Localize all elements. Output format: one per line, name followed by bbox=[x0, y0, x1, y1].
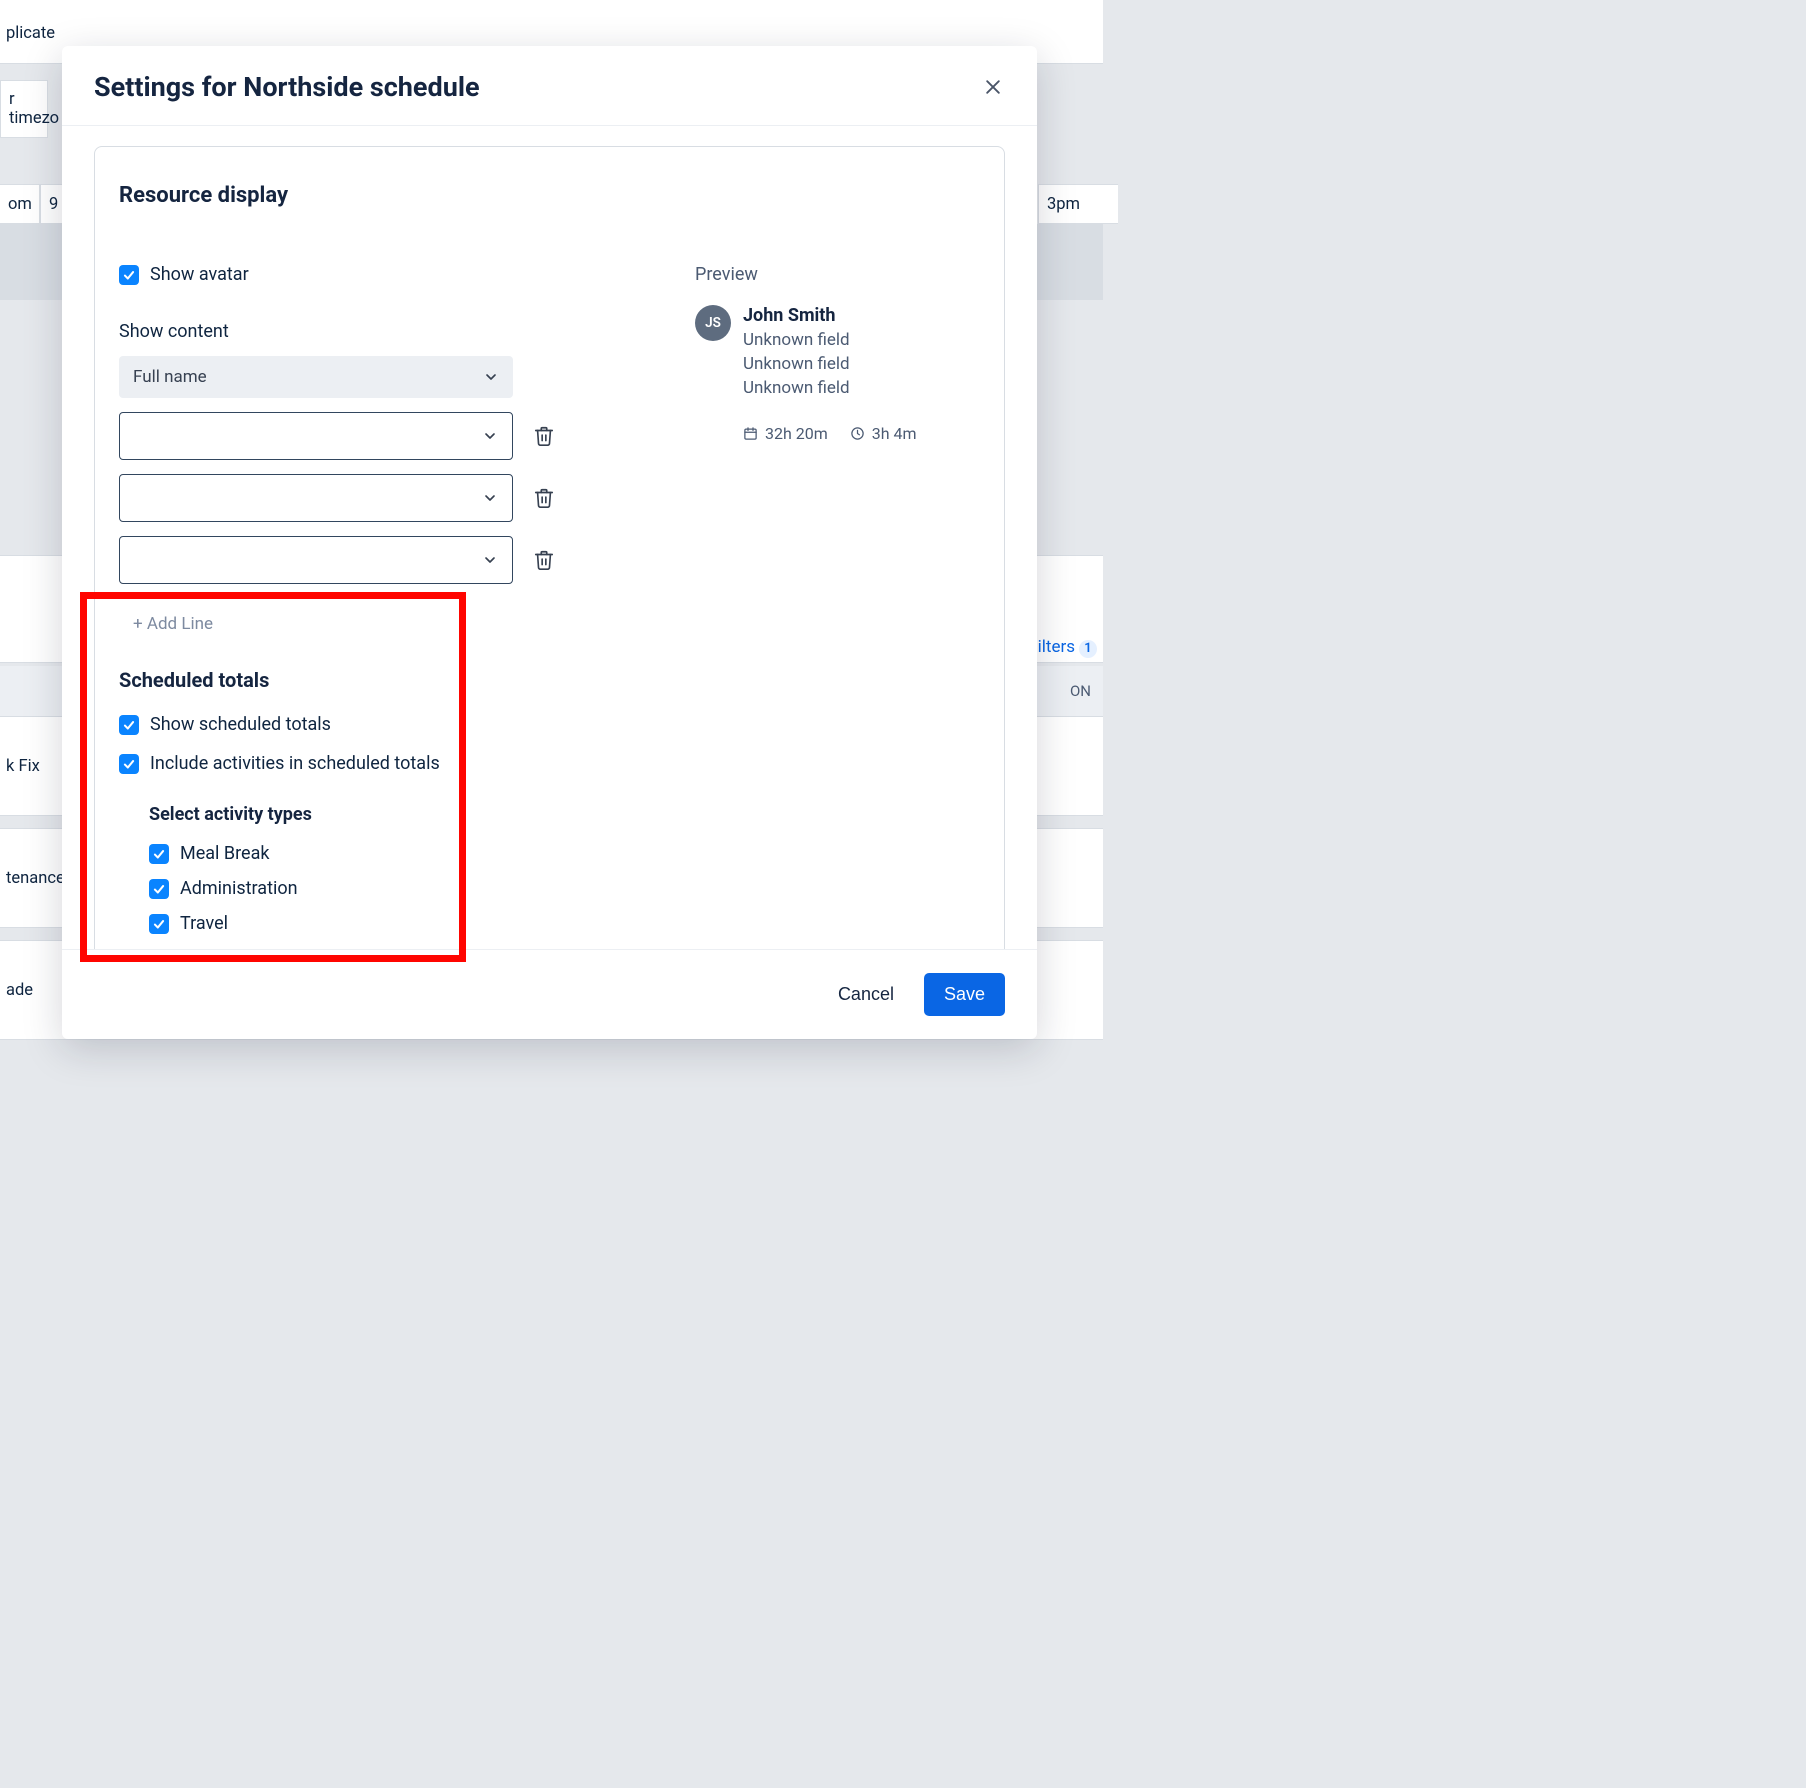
bg-filters[interactable]: ilters1 bbox=[1038, 637, 1097, 658]
modal-title: Settings for Northside schedule bbox=[94, 71, 480, 103]
settings-modal: Settings for Northside schedule Resource… bbox=[62, 46, 1037, 1039]
chevron-down-icon bbox=[482, 552, 498, 568]
bg-time-label: 9 bbox=[49, 195, 58, 214]
preview-unknown-field: Unknown field bbox=[743, 330, 917, 350]
delete-line-button[interactable] bbox=[533, 487, 555, 509]
modal-body: Resource display Show avatar Show conten… bbox=[62, 126, 1037, 949]
checkbox-checked-icon bbox=[119, 265, 139, 285]
scheduled-totals-heading: Scheduled totals bbox=[119, 668, 980, 692]
close-button[interactable] bbox=[981, 75, 1005, 99]
bg-menu-item[interactable]: plicate bbox=[6, 24, 55, 43]
bg-on-label: ON bbox=[1070, 682, 1091, 700]
activity-checkbox-meal-break[interactable]: Meal Break bbox=[149, 843, 980, 864]
cancel-button[interactable]: Cancel bbox=[818, 973, 914, 1016]
checkbox-label: Show scheduled totals bbox=[150, 714, 331, 735]
preview-unknown-field: Unknown field bbox=[743, 354, 917, 374]
checkbox-checked-icon bbox=[149, 879, 169, 899]
activity-checkbox-travel[interactable]: Travel bbox=[149, 913, 980, 934]
save-button[interactable]: Save bbox=[924, 973, 1005, 1016]
checkbox-checked-icon bbox=[149, 844, 169, 864]
chevron-down-icon bbox=[482, 428, 498, 444]
select-activity-types-heading: Select activity types bbox=[149, 804, 980, 825]
modal-header: Settings for Northside schedule bbox=[62, 46, 1037, 126]
preview-time: 3h 4m bbox=[850, 424, 917, 443]
content-select-4[interactable] bbox=[119, 536, 513, 584]
activity-label: Meal Break bbox=[180, 843, 270, 864]
scheduled-totals-section: Scheduled totals Show scheduled totals I… bbox=[119, 668, 980, 949]
delete-line-button[interactable] bbox=[533, 425, 555, 447]
clock-icon bbox=[850, 426, 865, 441]
activity-label: Travel bbox=[180, 913, 228, 934]
content-select-2[interactable] bbox=[119, 412, 513, 460]
checkbox-checked-icon bbox=[119, 715, 139, 735]
bg-time-label: 3pm bbox=[1047, 195, 1080, 214]
bg-row-label: tenance bbox=[6, 869, 65, 888]
bg-row-label: ade bbox=[6, 981, 33, 1000]
add-line-button[interactable]: + Add Line bbox=[119, 614, 555, 634]
show-avatar-checkbox[interactable]: Show avatar bbox=[119, 264, 555, 285]
preview-hours: 32h 20m bbox=[743, 424, 828, 443]
activity-checkbox-administration[interactable]: Administration bbox=[149, 878, 980, 899]
show-avatar-label: Show avatar bbox=[150, 264, 249, 285]
bg-timezone-label: r timezo bbox=[9, 90, 59, 128]
bg-time-label: om bbox=[8, 195, 32, 214]
preview-unknown-field: Unknown field bbox=[743, 378, 917, 398]
checkbox-checked-icon bbox=[149, 914, 169, 934]
show-content-label: Show content bbox=[119, 321, 555, 342]
include-activities-checkbox[interactable]: Include activities in scheduled totals bbox=[119, 753, 980, 774]
activity-label: Administration bbox=[180, 878, 298, 899]
preview-card: JS John Smith Unknown field Unknown fiel… bbox=[695, 305, 980, 443]
resource-display-heading: Resource display bbox=[119, 183, 980, 208]
content-select-3[interactable] bbox=[119, 474, 513, 522]
content-select-fullname[interactable]: Full name bbox=[119, 356, 513, 398]
select-value: Full name bbox=[133, 367, 207, 387]
delete-line-button[interactable] bbox=[533, 549, 555, 571]
checkbox-checked-icon bbox=[119, 754, 139, 774]
chevron-down-icon bbox=[483, 369, 499, 385]
preview-label: Preview bbox=[695, 264, 980, 285]
resource-display-panel: Resource display Show avatar Show conten… bbox=[94, 146, 1005, 949]
modal-footer: Cancel Save bbox=[62, 949, 1037, 1039]
show-scheduled-totals-checkbox[interactable]: Show scheduled totals bbox=[119, 714, 980, 735]
chevron-down-icon bbox=[482, 490, 498, 506]
checkbox-label: Include activities in scheduled totals bbox=[150, 753, 440, 774]
preview-name: John Smith bbox=[743, 305, 917, 326]
calendar-icon bbox=[743, 426, 758, 441]
avatar: JS bbox=[695, 305, 731, 341]
bg-row-label: k Fix bbox=[6, 757, 40, 776]
